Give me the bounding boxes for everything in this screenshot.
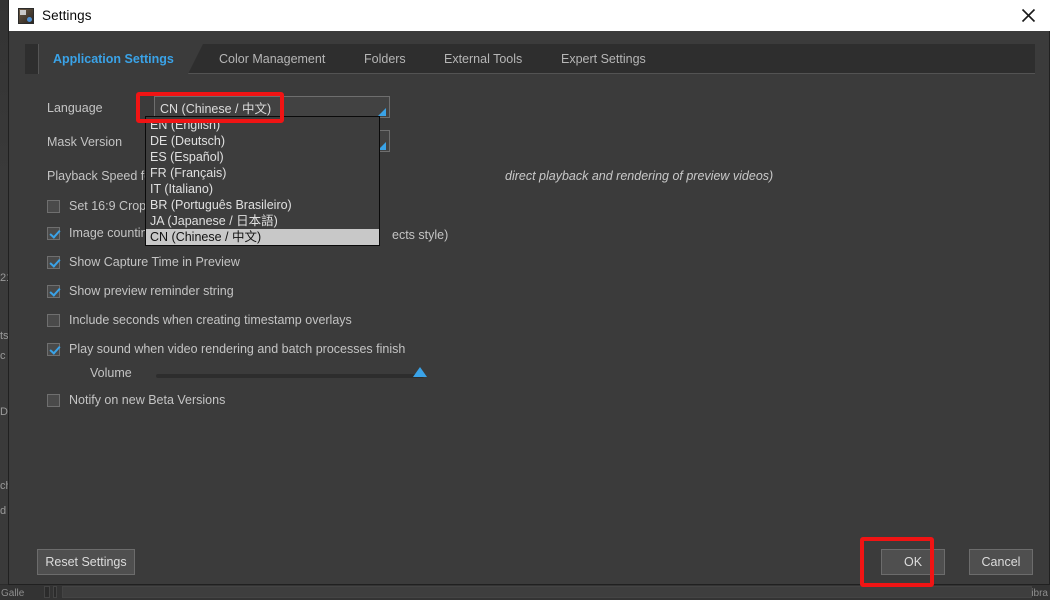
dropdown-option-es[interactable]: ES (Español)	[146, 149, 379, 165]
dropdown-option-de[interactable]: DE (Deutsch)	[146, 133, 379, 149]
chevron-down-icon	[378, 108, 386, 116]
reset-settings-button[interactable]: Reset Settings	[37, 549, 135, 575]
checkbox-box	[47, 200, 60, 213]
dropdown-option-fr[interactable]: FR (Français)	[146, 165, 379, 181]
cancel-button[interactable]: Cancel	[969, 549, 1033, 575]
dropdown-option-cn[interactable]: CN (Chinese / 中文)	[146, 229, 379, 245]
checkbox-label: Include seconds when creating timestamp …	[69, 313, 352, 327]
checkbox-label: Show preview reminder string	[69, 284, 234, 298]
ok-button[interactable]: OK	[881, 549, 945, 575]
bg-scrub-handle[interactable]	[53, 586, 57, 598]
dropdown-option-en[interactable]: EN (English)	[146, 117, 379, 133]
tab-color-management[interactable]: Color Management	[205, 44, 339, 74]
app-icon	[18, 8, 34, 24]
mask-version-label: Mask Version	[47, 135, 122, 149]
include-seconds-checkbox[interactable]: Include seconds when creating timestamp …	[47, 313, 352, 327]
volume-slider-handle[interactable]	[413, 367, 427, 377]
bg-fragment-left-3: D	[0, 406, 8, 418]
tab-external-tools[interactable]: External Tools	[430, 44, 536, 74]
dropdown-option-ja[interactable]: JA (Japanese / 日本語)	[146, 213, 379, 229]
close-icon[interactable]	[1005, 0, 1050, 31]
checkbox-box	[47, 256, 60, 269]
checkbox-box	[47, 343, 60, 356]
notify-beta-checkbox[interactable]: Notify on new Beta Versions	[47, 393, 225, 407]
image-counting-suffix: ects style)	[392, 228, 448, 242]
tab-application-settings[interactable]: Application Settings	[39, 44, 188, 74]
dialog-title: Settings	[42, 8, 92, 23]
bg-timeline[interactable]	[62, 586, 1032, 598]
tab-label: External Tools	[444, 52, 522, 66]
button-label: Reset Settings	[45, 555, 126, 569]
checkbox-label: Play sound when video rendering and batc…	[69, 342, 405, 356]
dialog-footer: Reset Settings OK Cancel	[25, 534, 1035, 584]
tab-expert-settings[interactable]: Expert Settings	[547, 44, 660, 74]
tab-folders[interactable]: Folders	[350, 44, 420, 74]
dialog-titlebar[interactable]: Settings	[9, 0, 1050, 31]
tab-bar: Application Settings Color Management Fo…	[25, 44, 1035, 74]
checkbox-box	[47, 227, 60, 240]
volume-slider-track[interactable]	[156, 374, 424, 378]
tab-label: Expert Settings	[561, 52, 646, 66]
playback-speed-note: direct playback and rendering of preview…	[505, 169, 773, 183]
checkbox-box	[47, 285, 60, 298]
dropdown-option-br[interactable]: BR (Português Brasileiro)	[146, 197, 379, 213]
language-dropdown[interactable]: EN (English) DE (Deutsch) ES (Español) F…	[145, 116, 380, 246]
dropdown-option-it[interactable]: IT (Italiano)	[146, 181, 379, 197]
play-sound-checkbox[interactable]: Play sound when video rendering and batc…	[47, 342, 405, 356]
bg-scrub-handle[interactable]	[44, 586, 50, 598]
tab-label: Folders	[364, 52, 406, 66]
settings-dialog: Settings Application Settings Color Mana…	[8, 0, 1050, 585]
language-combo[interactable]: CN (Chinese / 中文)	[154, 96, 390, 118]
tab-label: Application Settings	[53, 52, 174, 66]
checkbox-box	[47, 394, 60, 407]
button-label: Cancel	[982, 555, 1021, 569]
checkbox-box	[47, 314, 60, 327]
volume-label: Volume	[90, 366, 132, 380]
bg-fragment-left-5: d	[0, 505, 6, 517]
checkbox-label: Show Capture Time in Preview	[69, 255, 240, 269]
show-capture-time-checkbox[interactable]: Show Capture Time in Preview	[47, 255, 240, 269]
button-label: OK	[904, 555, 922, 569]
checkbox-label: Notify on new Beta Versions	[69, 393, 225, 407]
tab-label: Color Management	[219, 52, 325, 66]
tab-left-notch	[25, 44, 39, 74]
language-combo-value: CN (Chinese / 中文)	[155, 98, 271, 117]
show-preview-reminder-checkbox[interactable]: Show preview reminder string	[47, 284, 234, 298]
bg-fragment-left-2: c	[0, 350, 6, 362]
language-label: Language	[47, 101, 103, 115]
bg-bottom-left-label: Galle	[1, 588, 24, 599]
